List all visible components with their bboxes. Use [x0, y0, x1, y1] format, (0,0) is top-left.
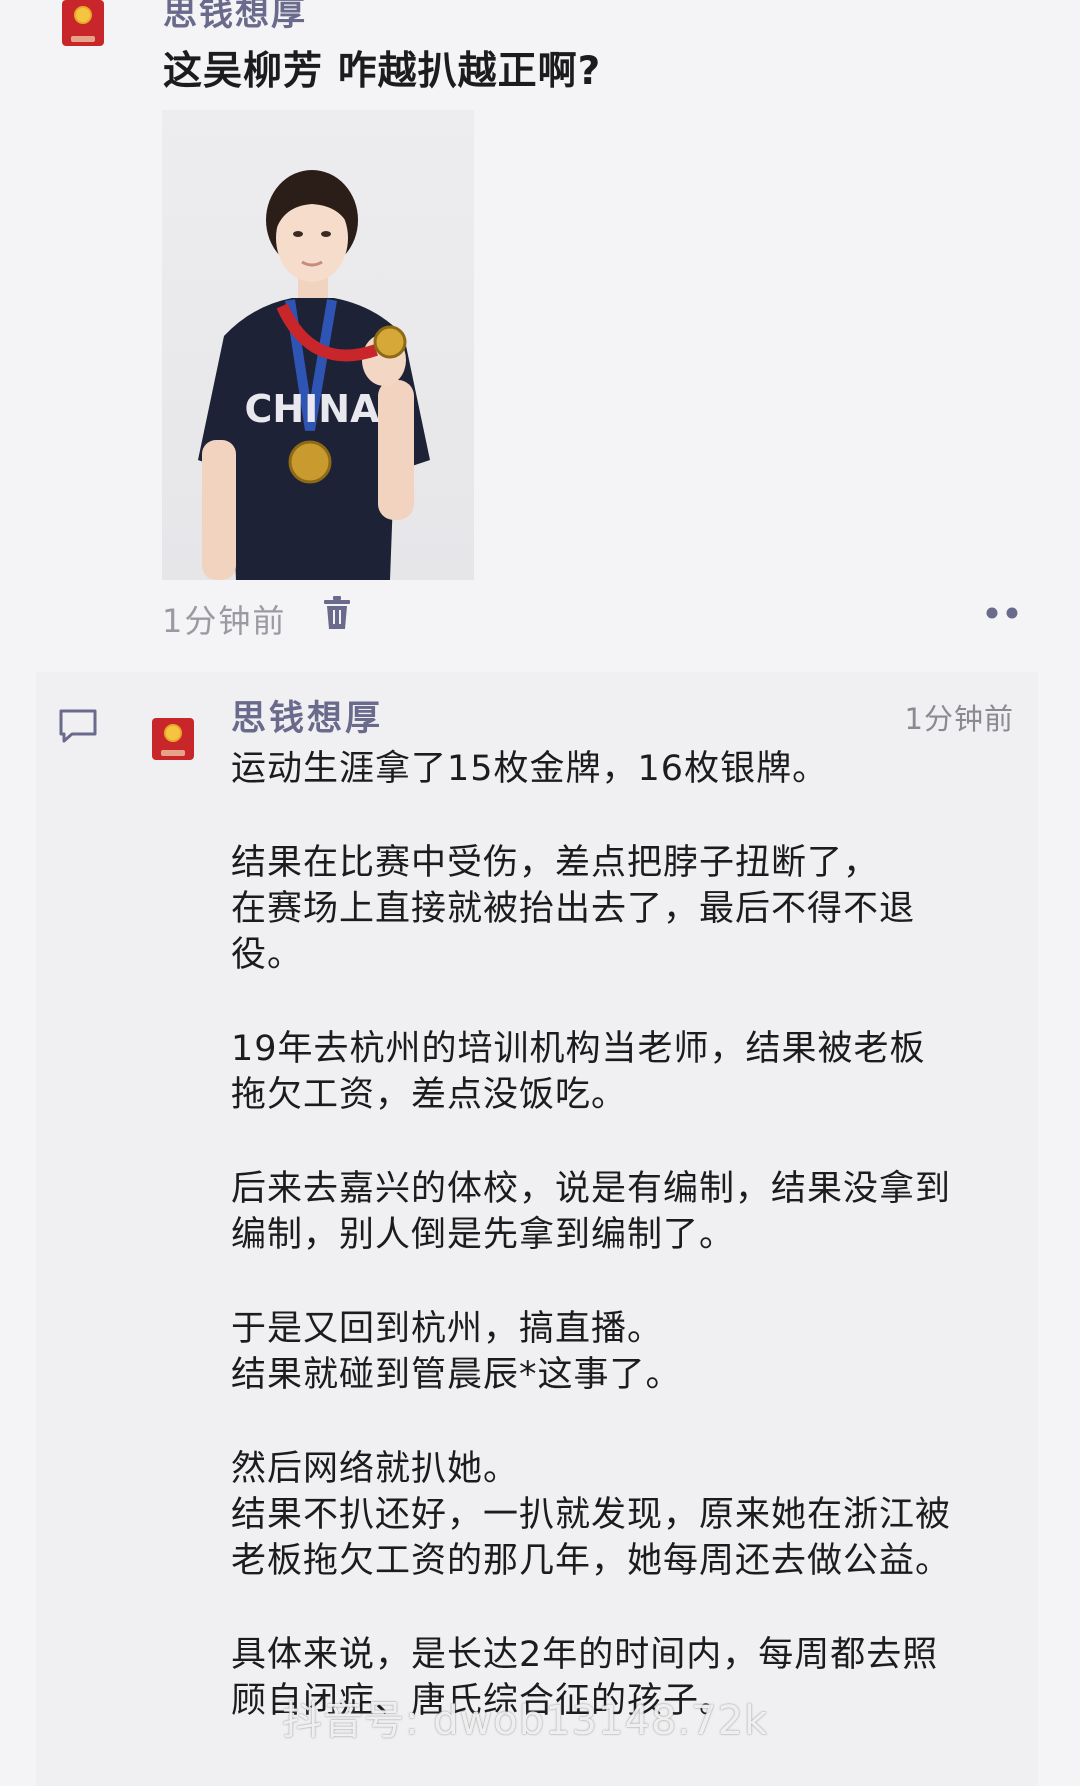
more-dots-icon[interactable]: [985, 606, 1021, 620]
comment-author-name[interactable]: 思钱想厚: [231, 690, 383, 741]
post-text: 这吴柳芳 咋越扒越正啊?: [163, 49, 602, 94]
avatar-label-graphic: [71, 36, 95, 42]
comment-paragraph: 后来去嘉兴的体校，说是有编制，结果没拿到 编制，别人倒是先拿到编制了。: [231, 1169, 952, 1255]
comment-paragraph: 然后网络就扒她。 结果不扒还好，一扒就发现，原来她在浙江被 老板拖欠工资的那几年…: [231, 1449, 952, 1581]
watermark: 抖音号: dwob13148.72k: [282, 1698, 769, 1744]
avatar-coin-graphic: [74, 6, 92, 24]
post-author-avatar[interactable]: [62, 0, 104, 46]
avatar-label-graphic: [161, 750, 185, 756]
post-timestamp: 1分钟前: [162, 602, 287, 640]
avatar-coin-graphic: [164, 724, 182, 742]
shirt-text: CHINA: [244, 387, 380, 431]
trash-icon[interactable]: [322, 596, 352, 630]
comment-paragraph: 19年去杭州的培训机构当老师，结果被老板 拖欠工资，差点没饭吃。: [231, 1029, 926, 1115]
comment-body: 运动生涯拿了15枚金牌，16枚银牌。 结果在比赛中受伤，差点把脖子扭断了， 在赛…: [231, 746, 1031, 1772]
comment-paragraph: 结果在比赛中受伤，差点把脖子扭断了， 在赛场上直接就被抬出去了，最后不得不退 役…: [231, 843, 916, 975]
post-photo[interactable]: CHINA: [162, 110, 474, 580]
athlete-photo-illustration: CHINA: [198, 170, 430, 580]
post-author-name[interactable]: 思钱想厚: [163, 0, 307, 35]
comment-paragraph: 于是又回到杭州，搞直播。 结果就碰到管晨辰*这事了。: [231, 1309, 682, 1395]
comment-paragraph: 运动生涯拿了15枚金牌，16枚银牌。: [231, 749, 829, 789]
comment-timestamp: 1分钟前: [904, 702, 1014, 736]
comment-author-avatar[interactable]: [152, 718, 194, 760]
comment-bubble-icon[interactable]: [58, 708, 98, 744]
